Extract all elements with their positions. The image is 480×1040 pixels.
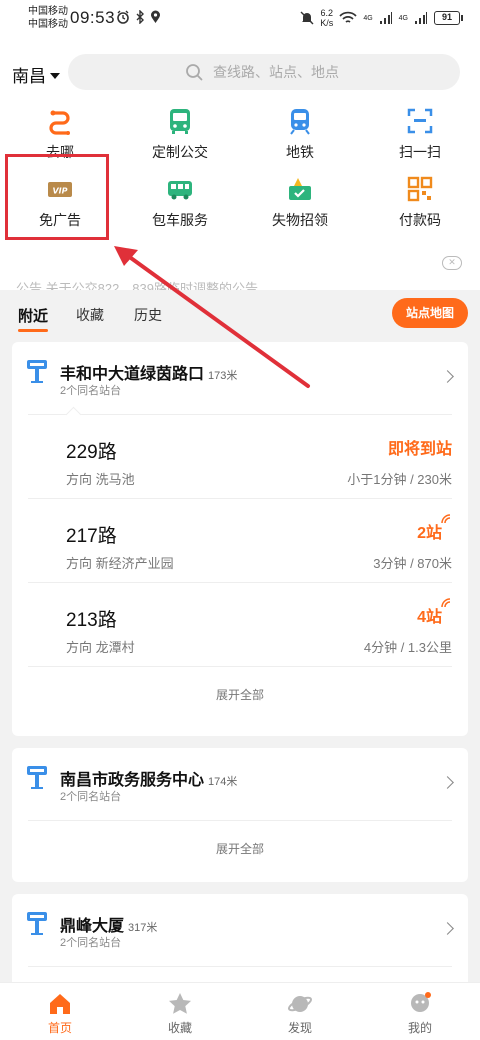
expand-all-button[interactable]: 展开全部	[12, 667, 468, 723]
route-eta: 小于1分钟 / 230米	[347, 472, 452, 487]
route-row[interactable]: 229路 方向 洗马池 即将到站 小于1分钟 / 230米	[28, 415, 452, 499]
nav-label: 收藏	[167, 1021, 192, 1035]
bus-stop-icon	[27, 766, 47, 789]
nav-profile[interactable]: 我的	[360, 991, 480, 1036]
route-direction: 方向 龙潭村	[66, 640, 135, 655]
route-number: 229路	[66, 442, 117, 463]
stop-card: 鼎峰大厦 317米 2个同名站台	[12, 894, 468, 994]
nav-discover[interactable]: 发现	[240, 991, 360, 1036]
route-status: 4站	[417, 609, 442, 626]
expand-all-button[interactable]: 展开全部	[12, 821, 468, 877]
stop-distance: 317米	[128, 922, 158, 934]
stop-name: 南昌市政务服务中心	[60, 772, 205, 789]
stop-name-row: 南昌市政务服务中心 174米	[60, 766, 237, 790]
route-number: 217路	[66, 526, 117, 547]
route-number: 213路	[66, 610, 117, 631]
stop-platform-count: 2个同名站台	[60, 791, 122, 803]
divider	[28, 966, 452, 967]
stop-distance: 174米	[208, 776, 238, 788]
nav-favorites[interactable]: 收藏	[120, 991, 240, 1036]
route-eta: 4分钟 / 1.3公里	[363, 640, 452, 655]
route-status: 即将到站	[387, 441, 452, 458]
chevron-right-icon	[441, 922, 454, 935]
nav-label: 我的	[407, 1021, 432, 1035]
route-direction: 方向 新经济产业园	[66, 556, 174, 571]
route-row[interactable]: 217路 方向 新经济产业园 2站 3分钟 / 870米	[28, 499, 452, 583]
stop-card: 丰和中大道绿茵路口 173米 2个同名站台 229路 方向 洗马池 即将到站 小于…	[12, 342, 468, 736]
annotation-arrow	[114, 246, 310, 388]
profile-icon	[411, 992, 431, 1012]
route-status: 2站	[417, 525, 442, 542]
stop-header[interactable]: 南昌市政务服务中心 174米 2个同名站台	[12, 748, 468, 820]
stop-name-row: 鼎峰大厦 317米	[60, 912, 157, 936]
divider	[28, 820, 452, 821]
nav-label: 首页	[47, 1021, 72, 1035]
stop-name: 鼎峰大厦	[60, 918, 125, 935]
star-icon	[169, 993, 191, 1014]
nav-label: 发现	[287, 1021, 312, 1035]
realtime-signal-icon	[441, 514, 451, 524]
route-row[interactable]: 213路 方向 龙潭村 4站 4分钟 / 1.3公里	[28, 583, 452, 667]
stop-header[interactable]: 鼎峰大厦 317米 2个同名站台	[12, 894, 468, 966]
realtime-signal-icon	[441, 598, 451, 608]
stop-card: 南昌市政务服务中心 174米 2个同名站台 展开全部	[12, 748, 468, 882]
chevron-right-icon	[441, 776, 454, 789]
route-eta: 3分钟 / 870米	[373, 556, 452, 571]
route-status-wrap: 2站	[417, 514, 451, 543]
home-icon	[50, 994, 70, 1014]
nav-home[interactable]: 首页	[0, 991, 120, 1036]
bus-stop-icon	[27, 912, 47, 935]
planet-icon	[287, 996, 313, 1012]
bottom-nav: 首页 收藏 发现 我的	[0, 982, 480, 1040]
route-direction: 方向 洗马池	[66, 472, 135, 487]
route-status-wrap: 4站	[417, 598, 451, 627]
stop-platform-count: 2个同名站台	[60, 937, 122, 949]
